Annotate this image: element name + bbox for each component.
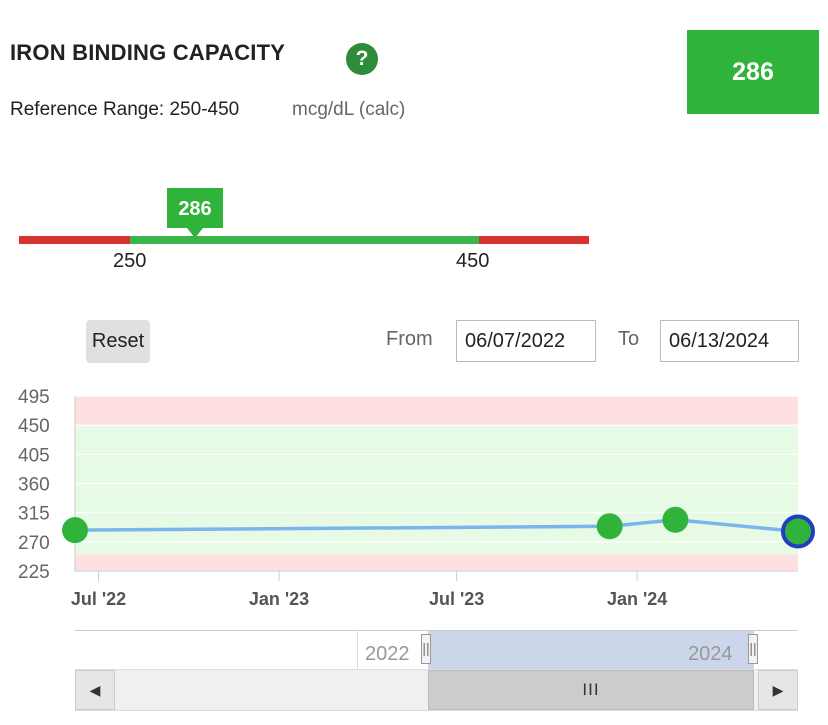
to-label: To [618, 328, 640, 350]
range-bar-high-segment [479, 236, 589, 244]
x-tick-label: Jul '22 [71, 589, 126, 609]
x-tick-label: Jan '23 [249, 589, 309, 609]
data-point[interactable] [662, 506, 689, 533]
data-point[interactable] [596, 513, 623, 540]
from-date-input[interactable] [456, 320, 596, 362]
low-range-band [75, 554, 798, 571]
help-icon[interactable]: ? [346, 43, 378, 75]
page-title: IRON BINDING CAPACITY [10, 40, 286, 65]
range-marker-pointer [187, 228, 203, 238]
navigator-year-label-left: 2022 [365, 643, 410, 665]
scroll-left-button[interactable]: ◀ [75, 670, 115, 710]
to-date-input[interactable] [660, 320, 799, 362]
normal-range-band [75, 425, 798, 555]
scroll-right-button[interactable]: ▶ [758, 670, 798, 710]
y-tick-label: 225 [18, 562, 50, 583]
reference-range: Reference Range: 250-450 [10, 99, 240, 120]
range-bar-normal-segment [130, 236, 479, 244]
x-tick-label: Jul '23 [429, 589, 484, 609]
scrollbar-thumb[interactable]: III [428, 670, 754, 710]
y-tick-label: 315 [18, 504, 50, 525]
y-tick-label: 450 [18, 416, 50, 437]
trend-chart: 495 450 405 360 315 270 225 Jul '22 Jan '23 Jul '… [18, 387, 815, 609]
y-tick-label: 405 [18, 445, 50, 466]
x-tick-label: Jan '24 [607, 589, 667, 609]
y-tick-label: 270 [18, 533, 50, 554]
reset-button[interactable]: Reset [86, 320, 150, 363]
y-tick-label: 360 [18, 475, 50, 496]
unit-label: mcg/dL (calc) [292, 99, 406, 120]
navigator-year-label-right: 2024 [688, 643, 733, 665]
navigator-right-handle[interactable]: || [748, 634, 758, 664]
data-point[interactable] [62, 517, 88, 544]
result-value-badge: 286 [687, 30, 819, 114]
y-tick-label: 495 [18, 387, 50, 408]
range-marker: 286 [167, 188, 223, 228]
range-low-label: 250 [113, 250, 147, 272]
range-high-label: 450 [456, 250, 490, 272]
range-bar-low-segment [19, 236, 130, 244]
from-label: From [386, 328, 433, 350]
navigator-left-handle[interactable]: || [421, 634, 431, 664]
data-point-selected[interactable] [781, 514, 815, 549]
high-range-band [75, 396, 798, 426]
